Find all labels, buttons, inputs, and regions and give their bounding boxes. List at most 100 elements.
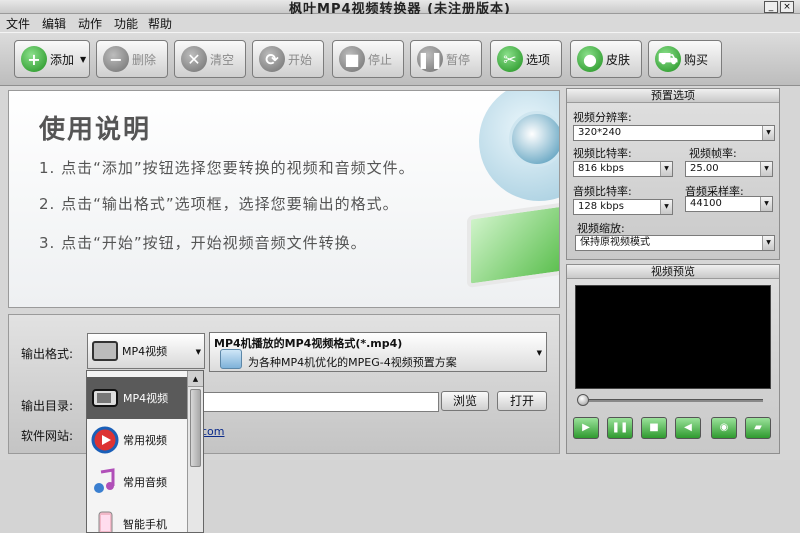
chevron-down-icon: ▼ bbox=[660, 162, 672, 176]
instruction-step-1: 1. 点击“添加”按钮选择您要转换的视频和音频文件。 bbox=[39, 159, 415, 177]
minimize-button[interactable]: _ bbox=[764, 1, 778, 13]
chevron-down-icon[interactable]: ▼ bbox=[80, 55, 86, 64]
stop-icon: ■ bbox=[339, 46, 365, 72]
audio-bitrate-value: 128 kbps bbox=[578, 201, 624, 212]
dropdown-item-common-video[interactable]: 常用视频 bbox=[87, 419, 187, 461]
dropdown-item-smartphone[interactable]: 智能手机 bbox=[87, 503, 187, 532]
refresh-icon: ⟳ bbox=[259, 46, 285, 72]
frame-rate-value: 25.00 bbox=[690, 163, 719, 174]
dropdown-scrollbar[interactable]: ▲ bbox=[187, 371, 203, 532]
buy-button-label: 购买 bbox=[684, 52, 709, 67]
document-icon bbox=[220, 349, 242, 369]
chevron-down-icon: ▼ bbox=[762, 126, 774, 140]
smartphone-icon bbox=[98, 511, 113, 532]
seek-slider-knob[interactable] bbox=[577, 394, 589, 406]
chevron-down-icon: ▼ bbox=[760, 162, 772, 176]
camera-icon: ◉ bbox=[719, 422, 729, 433]
format-profile-select[interactable]: MP4机播放的MP4视频格式(*.mp4) 为各种MP4机优化的MPEG-4视频… bbox=[209, 332, 547, 372]
add-button[interactable]: + 添加 ▼ bbox=[14, 40, 90, 78]
video-preview-panel: 视频预览 ▶ ❚❚ ■ ◀ ◉ ▰ bbox=[566, 264, 780, 454]
delete-button-label: 删除 bbox=[132, 52, 157, 67]
preset-options-panel: 预置选项 视频分辨率: 320*240 ▼ 视频比特率: 视频帧率: 816 k… bbox=[566, 88, 780, 260]
website-label: 软件网站: bbox=[21, 429, 74, 443]
format-profile-description: 为各种MP4机优化的MPEG-4视频预置方案 bbox=[248, 356, 457, 369]
stop-preview-button[interactable]: ■ bbox=[641, 417, 667, 439]
format-profile-title: MP4机播放的MP4视频格式(*.mp4) bbox=[214, 337, 403, 350]
add-button-label: 添加 bbox=[50, 52, 75, 67]
play-button[interactable]: ▶ bbox=[573, 417, 599, 439]
volume-button[interactable]: ◀ bbox=[675, 417, 701, 439]
pause-button-label: 暂停 bbox=[446, 52, 471, 67]
dropdown-item-label: MP4视频 bbox=[123, 392, 169, 405]
browse-button[interactable]: 浏览 bbox=[441, 391, 489, 411]
start-button[interactable]: ⟳ 开始 bbox=[252, 40, 324, 78]
chevron-down-icon: ▼ bbox=[195, 348, 201, 356]
stop-icon: ■ bbox=[649, 422, 659, 433]
clear-button[interactable]: ✕ 清空 bbox=[174, 40, 246, 78]
title-bar: 枫叶MP4视频转换器 (未注册版本) _ × bbox=[0, 0, 800, 17]
skin-button-label: 皮肤 bbox=[606, 52, 631, 67]
video-preview-header: 视频预览 bbox=[567, 265, 779, 279]
pause-icon: ❚❚ bbox=[417, 46, 443, 72]
snapshot-button[interactable]: ◉ bbox=[711, 417, 737, 439]
dropdown-item-mp4-video[interactable]: MP4视频 bbox=[87, 377, 187, 419]
delete-button[interactable]: − 删除 bbox=[96, 40, 168, 78]
cart-icon: ⛟ bbox=[655, 46, 681, 72]
buy-button[interactable]: ⛟ 购买 bbox=[648, 40, 722, 78]
menu-file[interactable]: 文件 bbox=[6, 15, 30, 32]
video-scale-select[interactable]: 保持原视频模式 ▼ bbox=[575, 235, 775, 251]
screen-icon bbox=[467, 201, 559, 289]
menu-function[interactable]: 功能 bbox=[114, 15, 138, 32]
options-button[interactable]: ✂ 选项 bbox=[490, 40, 562, 78]
output-format-select[interactable]: MP4视频 ▼ bbox=[87, 333, 205, 369]
skin-button[interactable]: ● 皮肤 bbox=[570, 40, 642, 78]
speaker-icon: ◀ bbox=[684, 422, 692, 433]
chevron-down-icon: ▼ bbox=[762, 236, 774, 250]
stop-button[interactable]: ■ 停止 bbox=[332, 40, 404, 78]
open-folder-button[interactable]: ▰ bbox=[745, 417, 771, 439]
resolution-label: 视频分辨率: bbox=[573, 111, 632, 124]
chevron-down-icon: ▼ bbox=[660, 200, 672, 214]
film-icon bbox=[509, 111, 559, 167]
pause-preview-button[interactable]: ❚❚ bbox=[607, 417, 633, 439]
output-format-label: 输出格式: bbox=[21, 347, 74, 361]
menu-edit[interactable]: 编辑 bbox=[42, 15, 66, 32]
output-dir-label: 输出目录: bbox=[21, 399, 74, 413]
music-note-icon bbox=[94, 468, 115, 493]
apple-icon: ● bbox=[577, 46, 603, 72]
plus-icon: + bbox=[21, 46, 47, 72]
options-button-label: 选项 bbox=[526, 52, 551, 67]
menu-action[interactable]: 动作 bbox=[78, 15, 102, 32]
dropdown-item-label: 常用音频 bbox=[123, 476, 167, 489]
sample-rate-select[interactable]: 44100 ▼ bbox=[685, 196, 773, 212]
audio-bitrate-select[interactable]: 128 kbps ▼ bbox=[573, 199, 673, 215]
dropdown-item-label: 常用视频 bbox=[123, 434, 167, 447]
pause-icon: ❚❚ bbox=[611, 422, 629, 433]
video-preview-screen bbox=[575, 285, 771, 389]
video-scale-label: 视频缩放: bbox=[577, 222, 625, 235]
scroll-up-icon[interactable]: ▲ bbox=[188, 371, 203, 387]
video-disc-icon bbox=[91, 426, 119, 454]
pause-button[interactable]: ❚❚ 暂停 bbox=[410, 40, 482, 78]
frame-rate-select[interactable]: 25.00 ▼ bbox=[685, 161, 773, 177]
output-dir-input[interactable] bbox=[201, 392, 439, 412]
resolution-select[interactable]: 320*240 ▼ bbox=[573, 125, 775, 141]
instructions-panel: 使用说明 1. 点击“添加”按钮选择您要转换的视频和音频文件。 2. 点击“输出… bbox=[8, 90, 560, 308]
website-link[interactable]: com bbox=[201, 425, 225, 438]
seek-slider[interactable] bbox=[579, 399, 763, 402]
dropdown-item-common-audio[interactable]: 常用音频 bbox=[87, 461, 187, 503]
resolution-value: 320*240 bbox=[578, 127, 622, 138]
dropdown-item-label: 智能手机 bbox=[123, 518, 167, 531]
instructions-heading: 使用说明 bbox=[39, 115, 152, 145]
video-bitrate-select[interactable]: 816 kbps ▼ bbox=[573, 161, 673, 177]
video-bitrate-label: 视频比特率: bbox=[573, 147, 632, 160]
output-format-value: MP4视频 bbox=[122, 345, 168, 358]
chevron-down-icon: ▼ bbox=[760, 197, 772, 211]
clear-icon: ✕ bbox=[181, 46, 207, 72]
open-button[interactable]: 打开 bbox=[497, 391, 547, 411]
scrollbar-thumb[interactable] bbox=[190, 389, 201, 467]
start-button-label: 开始 bbox=[288, 52, 313, 67]
menu-help[interactable]: 帮助 bbox=[148, 15, 172, 32]
close-button[interactable]: × bbox=[780, 1, 794, 13]
stop-button-label: 停止 bbox=[368, 52, 393, 67]
